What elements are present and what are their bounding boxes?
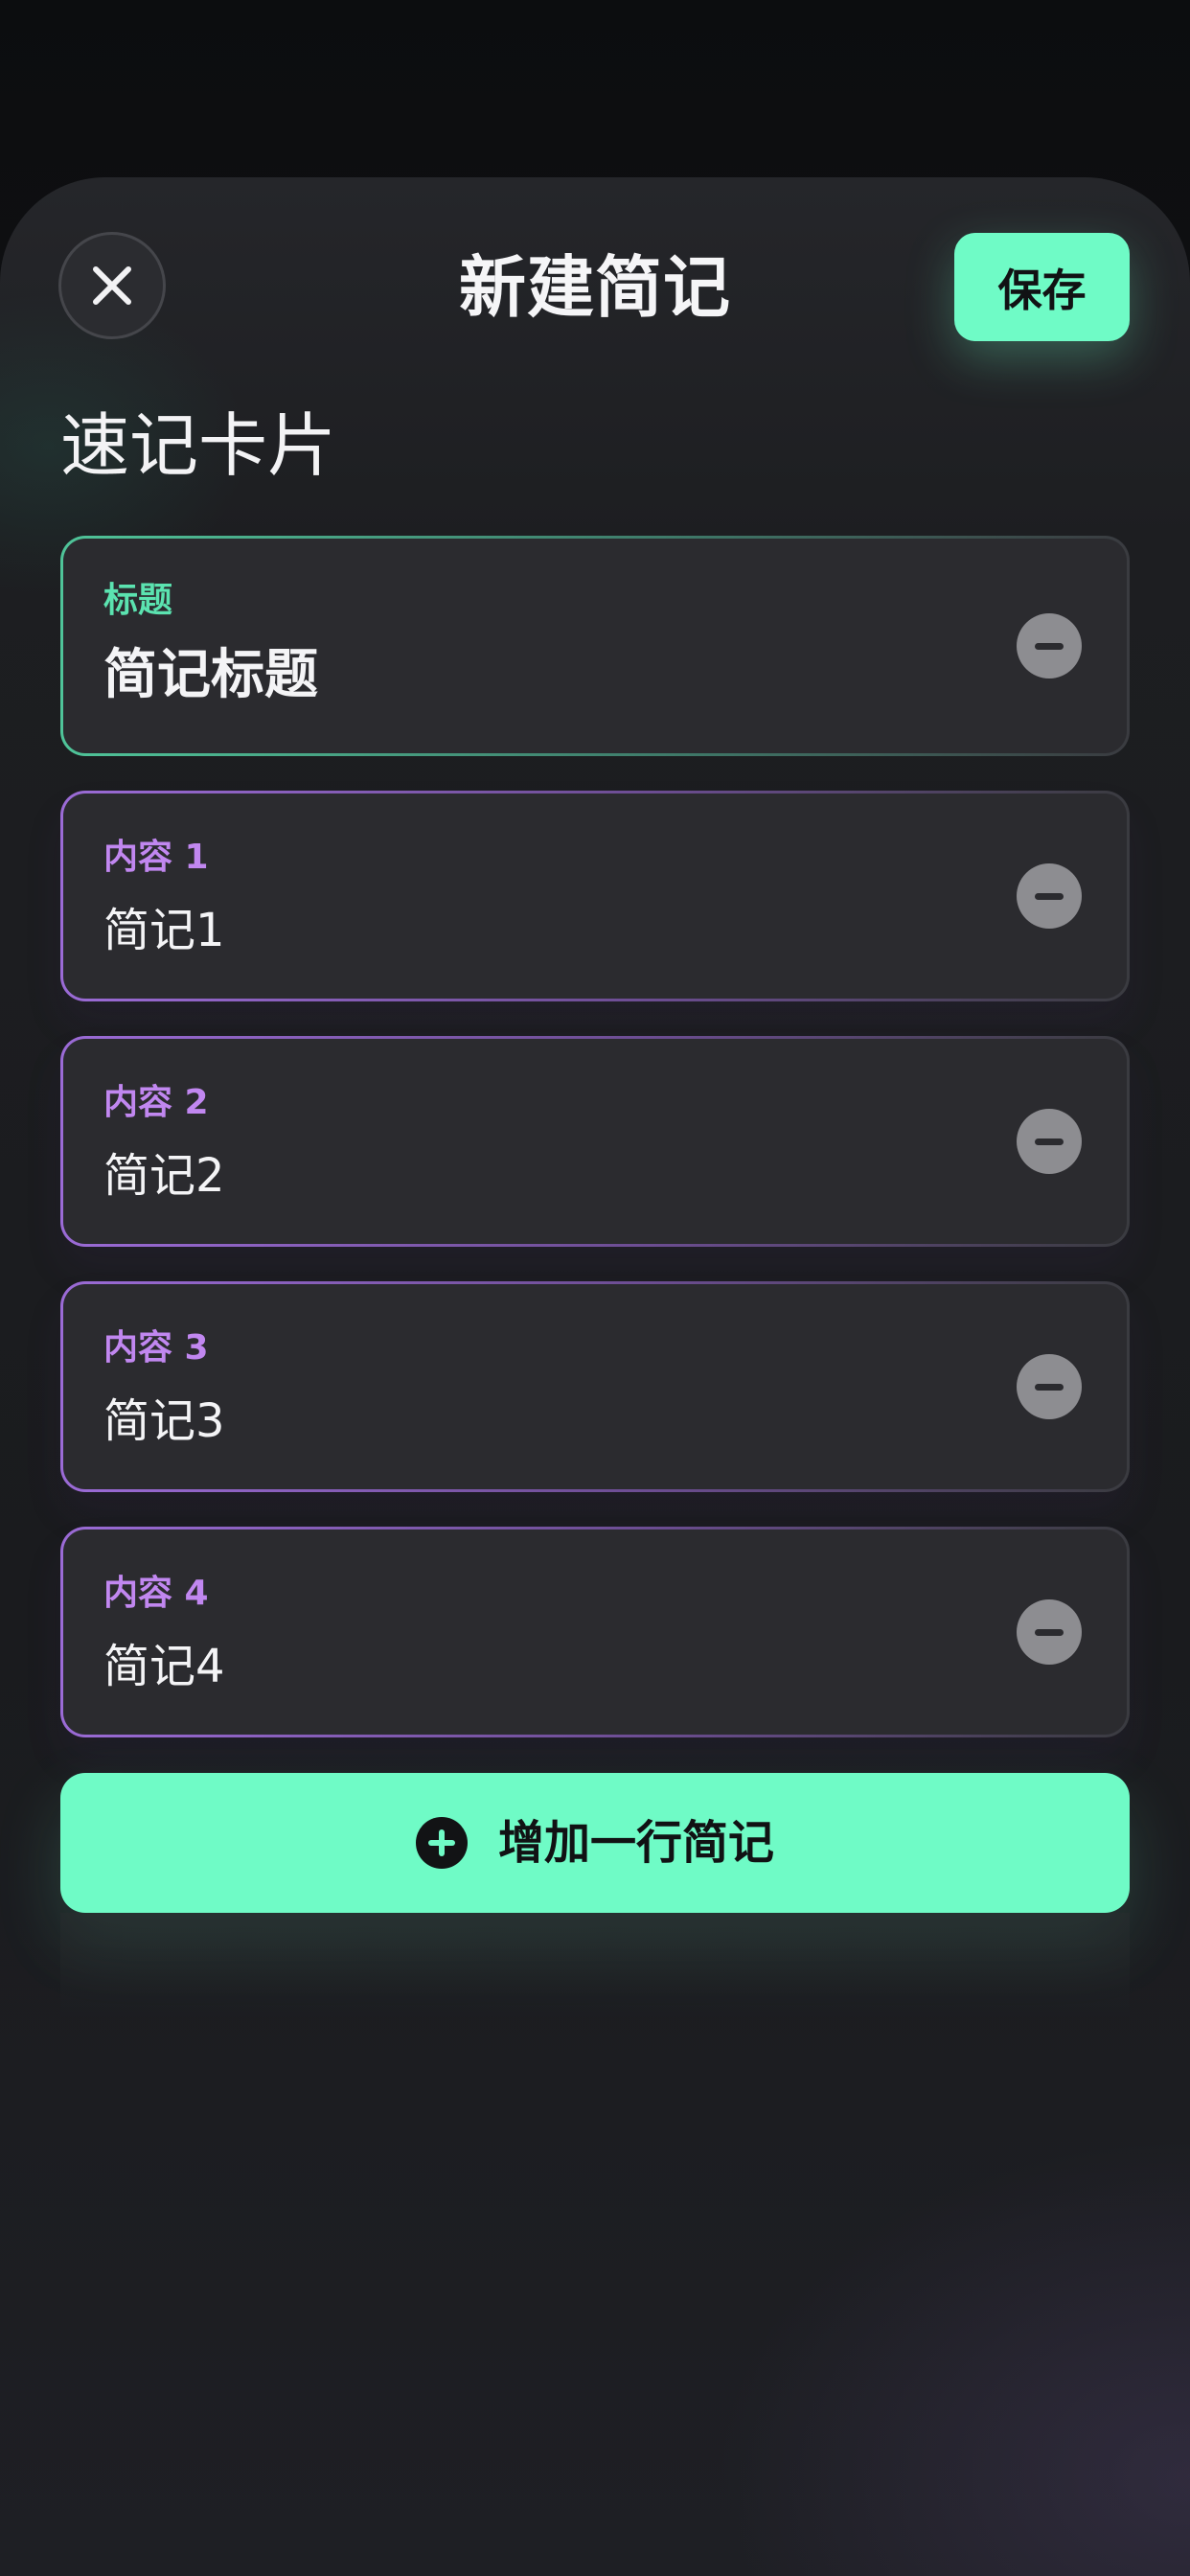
add-button-glow (60, 1913, 1130, 2018)
content-field-card[interactable]: 内容 1 简记1 (60, 791, 1130, 1001)
title-field-card[interactable]: 标题 简记标题 (60, 536, 1130, 756)
remove-title-button[interactable] (1017, 613, 1082, 678)
content-field-value[interactable]: 简记3 (103, 1388, 225, 1455)
remove-content-button[interactable] (1017, 1109, 1082, 1174)
minus-icon (1035, 1628, 1064, 1636)
content-field-label: 内容 1 (103, 838, 209, 877)
minus-icon (1035, 1138, 1064, 1145)
title-field-label: 标题 (103, 581, 173, 620)
plus-circle-icon (415, 1817, 468, 1869)
content-field-value[interactable]: 简记2 (103, 1142, 225, 1209)
add-note-row-label: 增加一行简记 (497, 1816, 774, 1870)
content-field-label: 内容 2 (103, 1083, 209, 1122)
remove-content-button[interactable] (1017, 1354, 1082, 1419)
save-button[interactable]: 保存 (954, 233, 1130, 341)
content-field-label: 内容 3 (103, 1328, 209, 1368)
content-field-value[interactable]: 简记1 (103, 897, 225, 964)
minus-icon (1035, 1383, 1064, 1391)
add-note-row-button[interactable]: 增加一行简记 (60, 1773, 1130, 1913)
minus-icon (1035, 892, 1064, 900)
remove-content-button[interactable] (1017, 1599, 1082, 1665)
minus-icon (1035, 642, 1064, 650)
content-field-card[interactable]: 内容 4 简记4 (60, 1527, 1130, 1737)
remove-content-button[interactable] (1017, 863, 1082, 929)
title-field-value[interactable]: 简记标题 (103, 642, 318, 709)
screen: 新建简记 保存 速记卡片 标题 简记标题 内容 1 简记1 内容 2 简记2 内 (0, 0, 1190, 2576)
new-note-sheet: 新建简记 保存 速记卡片 标题 简记标题 内容 1 简记1 内容 2 简记2 内 (0, 177, 1190, 2576)
content-field-value[interactable]: 简记4 (103, 1633, 225, 1700)
content-field-label: 内容 4 (103, 1574, 209, 1613)
section-title: 速记卡片 (60, 405, 337, 486)
content-field-card[interactable]: 内容 3 简记3 (60, 1281, 1130, 1492)
content-field-card[interactable]: 内容 2 简记2 (60, 1036, 1130, 1247)
